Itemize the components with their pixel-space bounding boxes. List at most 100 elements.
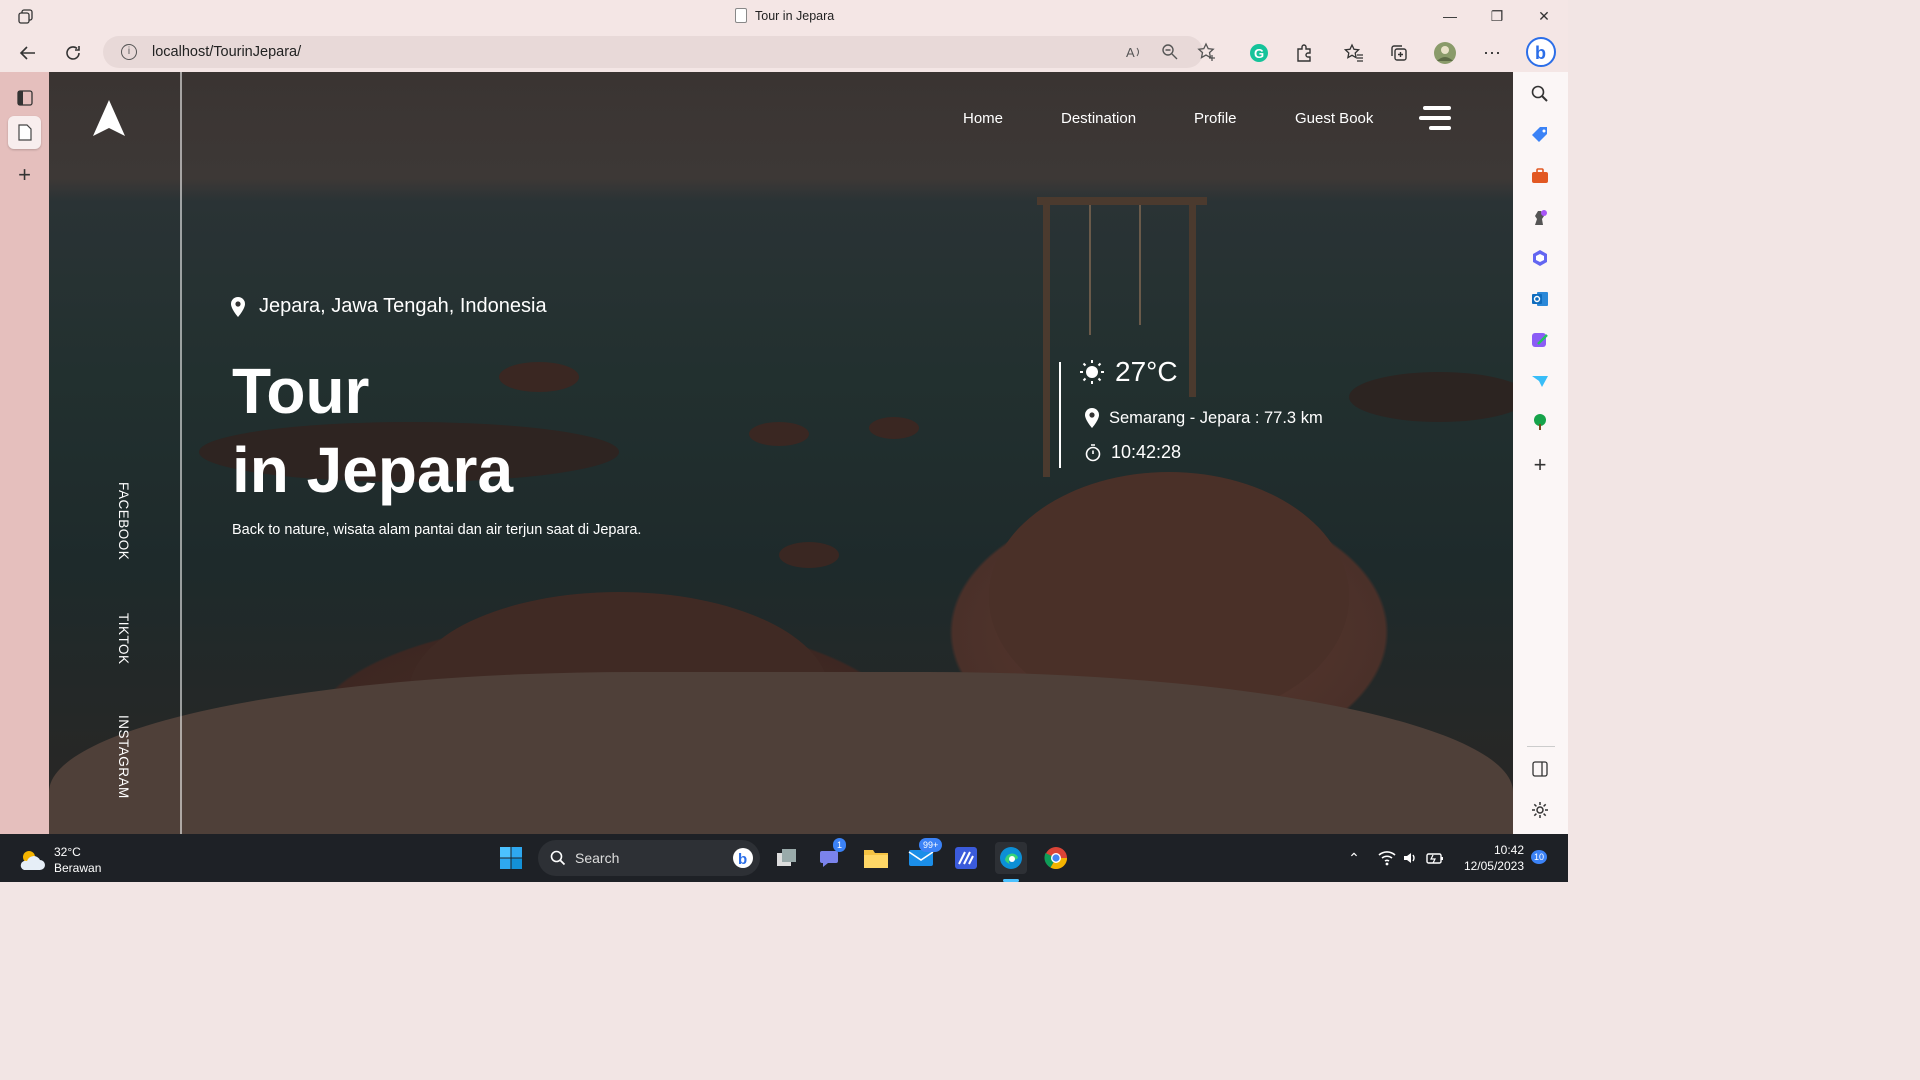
swing-beam bbox=[1037, 197, 1207, 205]
extensions-icon[interactable] bbox=[1291, 40, 1317, 66]
weather-distance: Semarang - Jepara : 77.3 km bbox=[1109, 408, 1323, 427]
address-bar[interactable]: i localhost/TourinJepara/ A bbox=[103, 36, 1215, 68]
chrome-icon[interactable] bbox=[1040, 842, 1072, 874]
new-tab-icon[interactable]: + bbox=[8, 158, 41, 191]
settings-gear-icon[interactable] bbox=[1527, 797, 1553, 823]
swing-post bbox=[1043, 197, 1050, 477]
weather-temperature: 27°C bbox=[1115, 356, 1178, 387]
minimize-icon[interactable]: — bbox=[1440, 6, 1460, 26]
wifi-icon[interactable] bbox=[1378, 850, 1396, 866]
back-arrow-icon[interactable] bbox=[15, 40, 41, 66]
browser-titlebar: Tour in Jepara — ❐ ✕ bbox=[0, 0, 1568, 33]
active-app-indicator bbox=[1003, 879, 1019, 882]
sun-icon bbox=[1080, 360, 1104, 384]
vscode-style-app-icon[interactable] bbox=[950, 842, 982, 874]
facebook-link[interactable]: FACEBOOK bbox=[116, 482, 131, 560]
tools-briefcase-icon[interactable] bbox=[1527, 163, 1553, 189]
window-title-text: Tour in Jepara bbox=[755, 8, 835, 23]
teams-badge: 1 bbox=[833, 838, 847, 852]
nav-profile-link[interactable]: Profile bbox=[1194, 110, 1237, 127]
weather-widget: 27°C Semarang - Jepara : 77.3 km 10:42:2… bbox=[1059, 356, 1323, 468]
volume-icon[interactable] bbox=[1402, 850, 1418, 866]
taskbar-clock[interactable]: 10:42 12/05/2023 bbox=[1460, 842, 1524, 874]
nav-destination-link[interactable]: Destination bbox=[1061, 110, 1136, 127]
bing-copilot-icon[interactable]: b bbox=[1525, 36, 1557, 68]
window-title: Tour in Jepara bbox=[735, 8, 834, 23]
hamburger-menu-icon[interactable] bbox=[1417, 106, 1451, 132]
taskbar-date: 12/05/2023 bbox=[1463, 859, 1524, 873]
outlook-icon[interactable] bbox=[1527, 286, 1553, 312]
games-chess-icon[interactable] bbox=[1527, 204, 1553, 230]
search-icon[interactable] bbox=[1527, 81, 1553, 107]
sidebar-divider bbox=[180, 72, 182, 834]
grammarly-icon[interactable]: G bbox=[1246, 40, 1272, 66]
sidebar-separator bbox=[1527, 746, 1555, 747]
close-icon[interactable]: ✕ bbox=[1534, 6, 1554, 26]
site-logo-icon[interactable] bbox=[93, 100, 125, 140]
teams-chat-icon[interactable]: 1 bbox=[815, 838, 847, 874]
hide-sidebar-icon[interactable] bbox=[1527, 756, 1553, 782]
show-hidden-icons-chevron-icon[interactable]: ⌃ bbox=[1338, 842, 1370, 874]
hero-subtitle: Back to nature, wisata alam pantai dan a… bbox=[232, 522, 642, 538]
svg-text:b: b bbox=[1535, 43, 1546, 63]
web-page: Home Destination Profile Guest Book FACE… bbox=[49, 72, 1513, 834]
tree-icon[interactable] bbox=[1527, 409, 1553, 435]
weather-temperature-row: 27°C bbox=[1079, 356, 1178, 388]
hero-title-line1: Tour bbox=[232, 355, 370, 427]
mail-icon[interactable]: 99+ bbox=[905, 838, 943, 874]
taskbar-search[interactable]: Search b bbox=[538, 840, 760, 876]
refresh-icon[interactable] bbox=[60, 40, 86, 66]
weather-distance-row: Semarang - Jepara : 77.3 km bbox=[1085, 408, 1323, 428]
windows-start-icon[interactable] bbox=[495, 842, 527, 874]
favorites-icon[interactable] bbox=[1341, 40, 1367, 66]
profile-avatar[interactable] bbox=[1432, 40, 1458, 66]
svg-text:A: A bbox=[1126, 45, 1135, 60]
more-options-icon[interactable]: ⋯ bbox=[1479, 40, 1505, 66]
rock-shape bbox=[779, 542, 839, 568]
nav-guest-book-link[interactable]: Guest Book bbox=[1295, 110, 1373, 127]
cloud-sun-icon bbox=[20, 851, 45, 870]
microsoft-365-icon[interactable] bbox=[1527, 245, 1553, 271]
edge-browser-icon[interactable] bbox=[995, 842, 1027, 874]
search-icon bbox=[550, 850, 566, 866]
drop-send-icon[interactable] bbox=[1527, 368, 1553, 394]
taskbar-time: 10:42 bbox=[1493, 843, 1524, 857]
taskbar-weather-desc: Berawan bbox=[54, 861, 102, 875]
battery-icon[interactable] bbox=[1426, 850, 1444, 866]
tab-tour-in-jepara[interactable] bbox=[8, 116, 41, 149]
page-icon bbox=[735, 8, 747, 23]
task-view-icon[interactable] bbox=[771, 842, 803, 874]
tab-actions-icon[interactable] bbox=[17, 8, 35, 26]
hero-title-line2: in Jepara bbox=[232, 434, 514, 506]
windows-taskbar: 32°C Berawan Search b 1 99+ ⌃ 10:42 12/0… bbox=[0, 834, 1568, 882]
vertical-tabs-bar: + bbox=[0, 72, 49, 834]
notification-badge[interactable]: 10 bbox=[1531, 850, 1548, 864]
tab-actions-menu-icon[interactable] bbox=[8, 81, 41, 114]
nav-home-link[interactable]: Home bbox=[963, 110, 1003, 127]
add-favorite-icon[interactable] bbox=[1197, 42, 1217, 62]
address-url[interactable]: localhost/TourinJepara/ bbox=[152, 44, 301, 60]
collections-icon[interactable] bbox=[1386, 40, 1412, 66]
rock-shape bbox=[869, 417, 919, 439]
svg-text:G: G bbox=[1254, 46, 1264, 61]
designer-icon[interactable] bbox=[1527, 327, 1553, 353]
file-explorer-icon[interactable] bbox=[860, 842, 892, 874]
zoom-out-icon[interactable] bbox=[1161, 43, 1179, 61]
stopwatch-icon bbox=[1085, 443, 1101, 461]
map-pin-icon bbox=[231, 296, 245, 317]
weather-time: 10:42:28 bbox=[1111, 442, 1182, 462]
restore-icon[interactable]: ❐ bbox=[1487, 6, 1507, 26]
rock-shape bbox=[1349, 372, 1513, 422]
hero-location: Jepara, Jawa Tengah, Indonesia bbox=[231, 295, 547, 318]
page-icon bbox=[17, 124, 32, 141]
read-aloud-icon[interactable]: A bbox=[1125, 43, 1143, 61]
swing-rope bbox=[1139, 205, 1141, 325]
site-info-icon[interactable]: i bbox=[121, 44, 137, 60]
instagram-link[interactable]: INSTAGRAM bbox=[116, 715, 131, 799]
taskbar-weather[interactable]: 32°C Berawan bbox=[18, 844, 101, 876]
map-pin-icon bbox=[1085, 408, 1099, 428]
tiktok-link[interactable]: TIKTOK bbox=[116, 613, 131, 665]
add-sidebar-app-icon[interactable]: + bbox=[1527, 452, 1553, 478]
hero-location-text: Jepara, Jawa Tengah, Indonesia bbox=[259, 295, 547, 317]
shopping-tag-icon[interactable] bbox=[1527, 122, 1553, 148]
